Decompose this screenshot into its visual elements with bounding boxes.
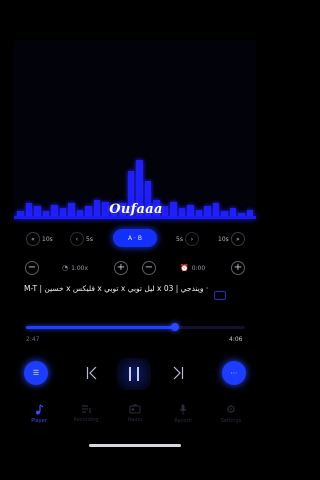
timer-increase-button[interactable]: + [231, 261, 245, 275]
plus-icon: + [114, 261, 128, 275]
speed-value: 1.00x [71, 264, 89, 272]
visualizer-bar [204, 206, 211, 216]
visualizer-bar [187, 205, 194, 216]
seek-back-5-button[interactable]: ‹ 5s [70, 232, 93, 246]
minus-icon: − [142, 261, 156, 275]
timer-value: 0:00 [191, 264, 206, 272]
audio-visualizer: Oufaaa [0, 0, 270, 222]
seek-forward-10-button[interactable]: 10 s » [218, 232, 245, 246]
queue-icon[interactable] [214, 291, 226, 300]
minus-icon: − [25, 261, 39, 275]
visualizer-bar [25, 203, 32, 216]
visualizer-bar [229, 208, 236, 216]
visualizer-bar [212, 203, 219, 216]
tab-label-settings: Settings [220, 418, 242, 424]
more-dots-icon: ⋯ [230, 369, 238, 377]
elapsed-time: 2:47 [26, 336, 40, 343]
track-title: M-T | خسين x فليكس x توبي x ليل توبي x و… [24, 284, 209, 293]
menu-button[interactable]: ☰ [24, 361, 48, 385]
speedometer-icon: ◔ [62, 264, 69, 272]
tab-label-recording: Recording [73, 417, 99, 423]
music-note-icon [36, 404, 44, 415]
tab-player[interactable]: Player [16, 404, 62, 424]
ab-loop-label: A · B [128, 234, 142, 242]
rewind-icon: ‹ [70, 232, 84, 246]
tab-record[interactable]: Record [160, 404, 206, 424]
app-logo: Oufaaa [109, 202, 163, 217]
plus-icon: + [231, 261, 245, 275]
visualizer-bar [59, 208, 66, 216]
tab-radio[interactable]: Radio [112, 404, 158, 423]
visualizer-bar [178, 208, 185, 216]
skip-next-icon [173, 366, 184, 380]
visualizer-bar [85, 206, 92, 216]
tab-label-player: Player [31, 418, 47, 424]
visualizer-bar [68, 203, 75, 216]
forward-icon: › [184, 232, 199, 246]
visualizer-bar [93, 200, 100, 216]
pause-button[interactable] [117, 358, 151, 390]
visualizer-bar [34, 206, 41, 216]
ab-loop-button[interactable]: A · B [113, 229, 157, 247]
speed-display: ◔ 1.00x [62, 261, 88, 275]
tab-recording[interactable]: Recording [63, 404, 109, 423]
visualizer-bar [51, 205, 58, 216]
visualizer-frame [14, 40, 256, 218]
seek-forward-10-label: 10 [218, 235, 226, 243]
speed-increase-button[interactable]: + [114, 261, 128, 275]
seek-back-10-label: 10 [42, 235, 50, 243]
timer-display: ⏰ 0:00 [180, 261, 205, 275]
progress-fill [26, 326, 175, 329]
progress-knob[interactable] [171, 323, 179, 331]
skip-previous-icon [86, 366, 97, 380]
next-track-button[interactable] [170, 365, 186, 381]
gear-icon: ⚙ [226, 403, 236, 416]
list-icon: ☰ [32, 369, 40, 377]
visualizer-bar [170, 202, 177, 216]
seek-forward-5-button[interactable]: 5s › [176, 232, 199, 246]
fast-forward-double-icon: » [230, 232, 245, 246]
microphone-icon [179, 404, 187, 415]
tab-label-record: Record [174, 418, 192, 424]
rewind-double-icon: « [26, 232, 40, 246]
home-indicator [89, 444, 181, 447]
seek-back-10-button[interactable]: « 10 s [26, 232, 53, 246]
timer-decrease-button[interactable]: − [142, 261, 156, 275]
speed-decrease-button[interactable]: − [25, 261, 39, 275]
pause-icon [129, 367, 131, 381]
radio-icon [129, 404, 141, 414]
equalizer-button[interactable]: ⋯ [222, 361, 246, 385]
alarm-clock-icon: ⏰ [180, 264, 189, 272]
playlist-icon [81, 405, 91, 413]
tab-label-radio: Radio [127, 417, 143, 423]
duration-time: 4:06 [229, 336, 243, 343]
tab-settings[interactable]: ⚙ Settings [208, 404, 254, 424]
previous-track-button[interactable] [84, 365, 100, 381]
